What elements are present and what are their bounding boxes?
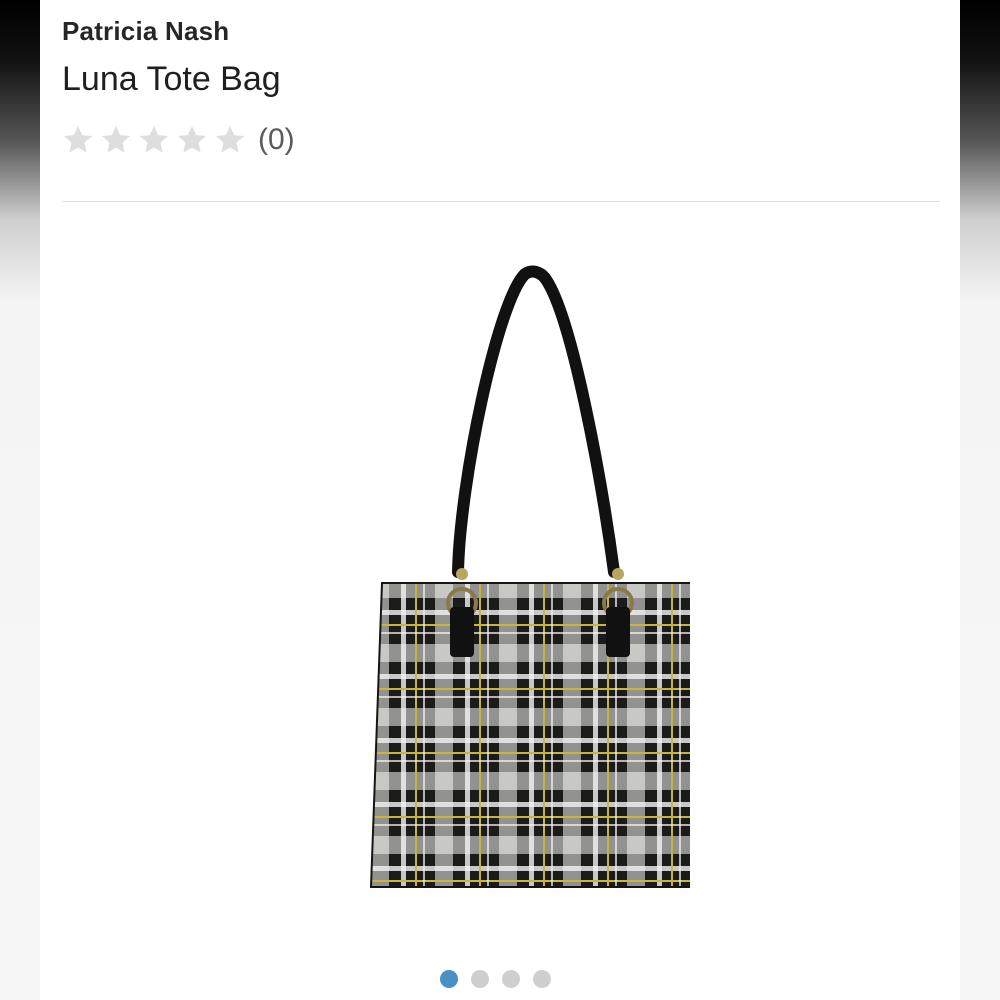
product-card: Patricia Nash Luna Tote Bag (0) (40, 0, 960, 1000)
rating-summary[interactable]: (0) (62, 118, 295, 162)
star-empty-icon (178, 126, 206, 153)
carousel-dot-2[interactable] (471, 970, 489, 988)
carousel-dot-1[interactable] (440, 970, 458, 988)
carousel-dot-3[interactable] (502, 970, 520, 988)
star-empty-icon (102, 126, 130, 153)
divider (62, 201, 940, 202)
review-count: (0) (258, 123, 295, 156)
star-empty-icon (64, 126, 92, 153)
plaid-tote-bag-image[interactable] (310, 260, 690, 910)
brand-name[interactable]: Patricia Nash (62, 16, 229, 47)
star-rating (62, 124, 246, 156)
carousel-dot-4[interactable] (533, 970, 551, 988)
product-title: Luna Tote Bag (62, 60, 281, 98)
star-empty-icon (216, 126, 244, 153)
star-empty-icon (140, 126, 168, 153)
image-carousel-dots (440, 970, 551, 988)
